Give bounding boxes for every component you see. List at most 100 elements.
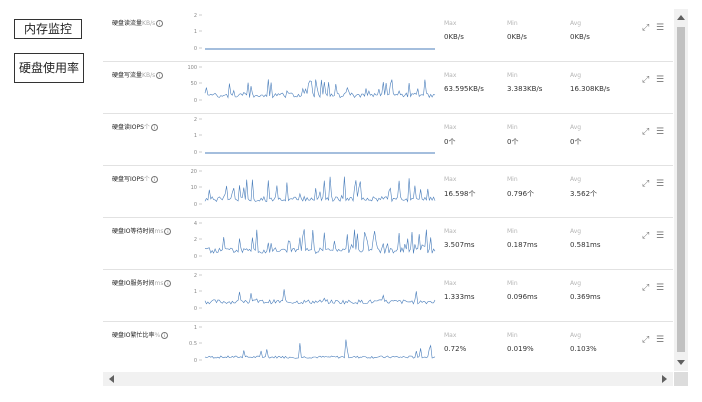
stat-avg-value: 0个 (570, 138, 582, 146)
y-tick-label: 2 (194, 273, 197, 279)
series-line (204, 79, 436, 99)
stat-avg-value: 0KB/s (570, 33, 590, 41)
metric-title: 硬盘写IOPS个 i (112, 174, 158, 183)
stat-avg: Avg 0.103% (570, 332, 597, 353)
metric-unit: KB/s (142, 20, 156, 27)
metric-chart: 2 1 0 (194, 273, 436, 312)
y-tick-label: 2 (194, 237, 197, 243)
info-icon[interactable]: i (161, 332, 169, 339)
y-tick-label: 0 (194, 150, 197, 156)
stat-min-label: Min (507, 20, 518, 27)
vertical-scroll-thumb[interactable] (677, 27, 685, 352)
menu-icon[interactable]: ☰ (656, 283, 664, 293)
info-icon[interactable]: i (150, 176, 158, 183)
stat-max-label: Max (444, 72, 457, 79)
stat-min-value: 3.383KB/s (507, 85, 543, 93)
stat-min-label: Min (507, 176, 518, 183)
scroll-up-icon[interactable] (677, 15, 685, 20)
metric-chart: 2 1 0 (194, 117, 435, 156)
stat-min: Min 0.187ms (507, 228, 538, 249)
stat-min: Min 0.019% (507, 332, 534, 353)
stat-min-value: 0个 (507, 138, 519, 146)
stat-max-value: 16.598个 (444, 190, 476, 198)
memory-monitor-button[interactable]: 内存监控 (14, 19, 82, 39)
y-tick-label: 1 (194, 133, 197, 139)
stat-max-label: Max (444, 176, 457, 183)
expand-icon[interactable]: ⤢ (642, 23, 649, 33)
vertical-scrollbar[interactable] (674, 9, 688, 371)
horizontal-scrollbar[interactable] (103, 372, 673, 386)
info-icon[interactable]: i (150, 124, 158, 131)
info-icon[interactable]: i (156, 20, 164, 27)
info-icon[interactable]: i (164, 280, 172, 287)
stat-avg: Avg 0.369ms (570, 280, 601, 301)
metric-title-text: 硬盘IO繁忙比率 (112, 332, 155, 339)
metric-title-text: 硬盘读流量 (112, 20, 143, 27)
stat-max: Max 0个 (444, 124, 456, 147)
y-tick-label: 1 (194, 325, 197, 331)
expand-icon[interactable]: ⤢ (642, 127, 649, 137)
y-tick-label: 1 (194, 29, 197, 35)
stat-avg-value: 0.103% (570, 345, 597, 353)
stat-max-value: 0个 (444, 138, 456, 146)
stat-max: Max 1.333ms (444, 280, 475, 301)
metric-unit: ms (154, 228, 164, 235)
metric-row-disk-read-iops: 硬盘读IOPS个 i 2 1 0 Max 0个 Min 0个 Avg 0个 ⤢ ☰ (103, 113, 673, 166)
y-tick-label: 0 (194, 254, 197, 260)
stat-min-value: 0.096ms (507, 293, 538, 301)
metric-row-disk-write-iops: 硬盘写IOPS个 i 20 10 0 Max 16.598个 Min 0.796个 Avg 3.56… (103, 165, 673, 218)
stat-avg-label: Avg (570, 332, 582, 339)
expand-icon[interactable]: ⤢ (642, 283, 649, 293)
stat-avg: Avg 0个 (570, 124, 581, 147)
menu-icon[interactable]: ☰ (656, 127, 664, 137)
info-icon[interactable]: i (164, 228, 172, 235)
stat-avg: Avg 3.562个 (570, 176, 597, 199)
stat-max-label: Max (444, 332, 457, 339)
stat-max-label: Max (444, 280, 457, 287)
info-icon[interactable]: i (156, 72, 164, 79)
stat-max-value: 3.507ms (444, 241, 475, 249)
scroll-down-icon[interactable] (677, 360, 685, 365)
expand-icon[interactable]: ⤢ (642, 335, 649, 345)
metric-chart: 2 1 0 (194, 13, 435, 52)
y-tick-label: 50 (191, 81, 197, 87)
series-line (204, 339, 436, 359)
metric-row-disk-io-busy: 硬盘IO繁忙比率% i 1 0.5 0 Max 0.72% Min 0.019% Avg 0.103… (103, 321, 673, 371)
stat-max: Max 0.72% (444, 332, 466, 353)
metric-chart: 10.50 (189, 325, 436, 364)
metric-chart: 4 2 0 (194, 221, 436, 260)
stat-max: Max 63.595KB/s (444, 72, 484, 93)
y-tick-label: 0.5 (189, 341, 197, 347)
stat-avg-label: Avg (570, 228, 582, 235)
menu-icon[interactable]: ☰ (656, 335, 664, 345)
scrollbar-corner (674, 372, 688, 386)
metric-unit: KB/s (142, 72, 156, 79)
expand-icon[interactable]: ⤢ (642, 231, 649, 241)
menu-icon[interactable]: ☰ (656, 231, 664, 241)
menu-icon[interactable]: ☰ (656, 179, 664, 189)
y-tick-label: 0 (194, 202, 197, 208)
metric-title: 硬盘读流量KB/s i (112, 18, 164, 27)
expand-icon[interactable]: ⤢ (642, 179, 649, 189)
stat-avg-value: 16.308KB/s (570, 85, 610, 93)
menu-icon[interactable]: ☰ (656, 75, 664, 85)
metric-chart: 100 50 0 (187, 65, 436, 104)
stat-max-label: Max (444, 20, 457, 27)
scroll-right-icon[interactable] (662, 375, 667, 383)
metric-title: 硬盘写流量KB/s i (112, 70, 164, 79)
disk-usage-button[interactable]: 硬盘使用率 (14, 53, 84, 83)
stat-max: Max 16.598个 (444, 176, 476, 199)
series-line (204, 176, 436, 203)
stat-avg: Avg 0.581ms (570, 228, 601, 249)
stat-min-label: Min (507, 124, 518, 131)
metric-chart: 20 10 0 (191, 169, 436, 208)
y-tick-label: 0 (194, 306, 197, 312)
stat-min-label: Min (507, 280, 518, 287)
expand-icon[interactable]: ⤢ (642, 75, 649, 85)
stat-max-label: Max (444, 228, 457, 235)
stat-avg-label: Avg (570, 124, 582, 131)
stat-avg: Avg 0KB/s (570, 20, 590, 41)
menu-icon[interactable]: ☰ (656, 23, 664, 33)
metric-title: 硬盘IO等待时间ms i (112, 226, 172, 235)
scroll-left-icon[interactable] (109, 375, 114, 383)
